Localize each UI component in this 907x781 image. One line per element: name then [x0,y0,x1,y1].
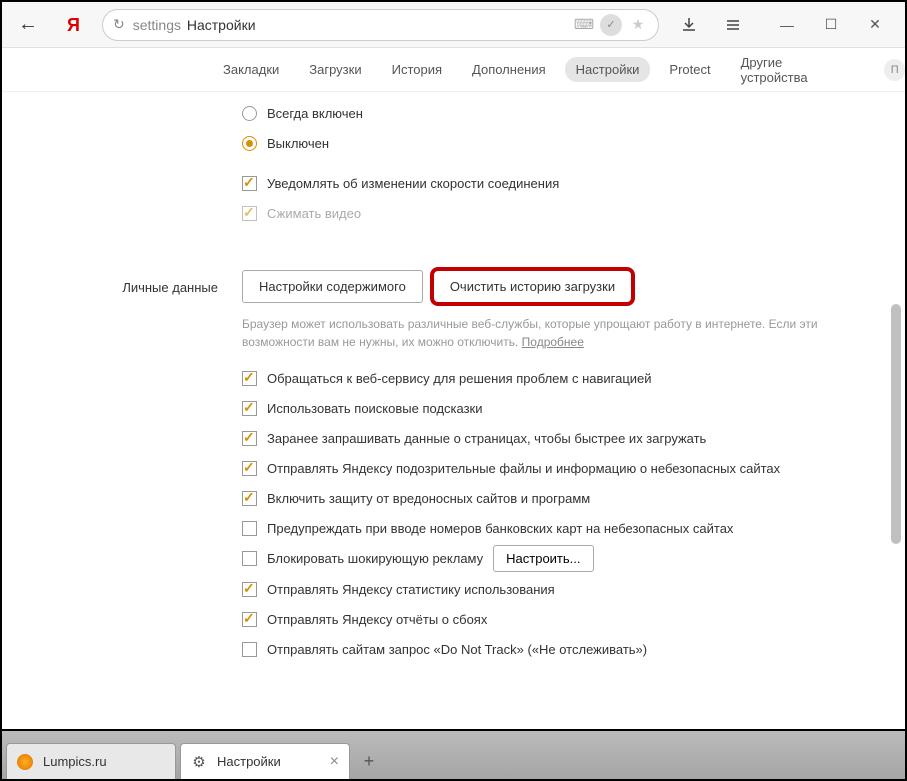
bookmark-star-icon[interactable]: ★ [628,15,648,35]
tab-settings[interactable]: Настройки × [180,743,350,779]
check-label: Обращаться к веб-сервису для решения про… [267,371,652,386]
check-label: Отправлять Яндексу статистику использова… [267,582,555,597]
check-label: Отправлять Яндексу подозрительные файлы … [267,461,780,476]
navtab-settings[interactable]: Настройки [565,57,651,82]
tab-icon [17,754,33,770]
tab-strip: Lumpics.ru Настройки × + [2,729,905,779]
menu-icon[interactable] [711,9,755,41]
back-button[interactable]: ← [10,7,46,43]
checkbox-icon [242,461,257,476]
clear-history-label: Очистить историю загрузки [450,279,615,294]
tab-title: Настройки [217,754,281,769]
check-label: Сжимать видео [267,206,361,221]
gear-icon [191,754,207,770]
navtab-bookmarks[interactable]: Закладки [212,57,290,82]
personal-section: Личные данные Настройки содержимого Очис… [2,264,905,670]
scrollbar-thumb[interactable] [891,304,901,544]
checkbox-icon [242,431,257,446]
personal-check-5[interactable]: Предупреждать при вводе номеров банковск… [242,513,875,543]
more-link[interactable]: Подробнее [522,335,584,349]
address-text: settings Настройки [133,17,574,33]
radio-off[interactable]: Выключен [242,128,875,158]
nav-tabs: Закладки Загрузки История Дополнения Нас… [2,48,905,92]
navtab-extensions[interactable]: Дополнения [461,57,557,82]
minimize-button[interactable]: — [765,9,809,41]
navtab-downloads[interactable]: Загрузки [298,57,372,82]
turbo-section: Всегда включен Выключен Уведомлять об из… [2,92,905,234]
titlebar: ← Я ↻ settings Настройки ⌨ ✓ ★ — ☐ ✕ [2,2,905,48]
content-settings-button[interactable]: Настройки содержимого [242,270,423,303]
checkbox-icon [242,582,257,597]
checkbox-icon [242,401,257,416]
check-label: Блокировать шокирующую рекламу [267,551,483,566]
shield-icon[interactable]: ✓ [600,14,622,36]
personal-buttons: Настройки содержимого Очистить историю з… [242,270,875,303]
scrollbar[interactable] [889,94,901,724]
checkbox-icon [242,491,257,506]
personal-check-1[interactable]: Использовать поисковые подсказки [242,393,875,423]
personal-check-3[interactable]: Отправлять Яндексу подозрительные файлы … [242,453,875,483]
checkbox-icon [242,612,257,627]
check-label: Отправлять сайтам запрос «Do Not Track» … [267,642,647,657]
check-label: Отправлять Яндексу отчёты о сбоях [267,612,487,627]
tab-close-icon[interactable]: × [330,753,339,771]
navtab-devices[interactable]: Другие устройства [730,50,857,90]
checkbox-icon [242,642,257,657]
tab-lumpics[interactable]: Lumpics.ru [6,743,176,779]
check-compress-video[interactable]: Сжимать видео [242,198,875,228]
personal-check-7[interactable]: Отправлять Яндексу статистику использова… [242,574,875,604]
configure-button[interactable]: Настроить... [493,545,593,572]
close-button[interactable]: ✕ [853,9,897,41]
new-tab-button[interactable]: + [354,746,384,776]
check-label: Уведомлять об изменении скорости соедине… [267,176,559,191]
checkbox-icon [242,176,257,191]
window-controls: — ☐ ✕ [765,9,897,41]
turbo-label [2,98,242,228]
navtab-history[interactable]: История [381,57,453,82]
checkbox-icon [242,371,257,386]
personal-check-4[interactable]: Включить защиту от вредоносных сайтов и … [242,483,875,513]
check-label: Заранее запрашивать данные о страницах, … [267,431,706,446]
clear-history-button[interactable]: Очистить историю загрузки [433,270,632,303]
radio-always-on[interactable]: Всегда включен [242,98,875,128]
keyboard-icon[interactable]: ⌨ [574,15,594,35]
tab-title: Lumpics.ru [43,754,107,769]
checkbox-icon [242,551,257,566]
address-prefix: settings [133,17,181,33]
profile-button[interactable]: П [884,59,905,81]
personal-check-0[interactable]: Обращаться к веб-сервису для решения про… [242,363,875,393]
address-title: Настройки [187,17,256,33]
navtab-protect[interactable]: Protect [658,57,721,82]
check-notify-speed[interactable]: Уведомлять об изменении скорости соедине… [242,168,875,198]
radio-icon [242,106,257,121]
radio-label: Выключен [267,136,329,151]
personal-check-6[interactable]: Блокировать шокирующую рекламу Настроить.… [242,543,875,574]
personal-hint: Браузер может использовать различные веб… [242,315,875,351]
address-icons: ⌨ ✓ ★ [574,14,648,36]
maximize-button[interactable]: ☐ [809,9,853,41]
radio-icon [242,136,257,151]
reload-icon[interactable]: ↻ [113,16,125,33]
checkbox-icon [242,521,257,536]
downloads-icon[interactable] [667,9,711,41]
content-area: Всегда включен Выключен Уведомлять об из… [2,92,905,728]
personal-check-2[interactable]: Заранее запрашивать данные о страницах, … [242,423,875,453]
address-bar[interactable]: ↻ settings Настройки ⌨ ✓ ★ [102,9,659,41]
browser-logo[interactable]: Я [60,11,88,39]
personal-title: Личные данные [2,270,242,664]
svg-text:Я: Я [67,15,80,35]
checkbox-icon [242,206,257,221]
personal-check-8[interactable]: Отправлять Яндексу отчёты о сбоях [242,604,875,634]
check-label: Использовать поисковые подсказки [267,401,483,416]
check-label: Включить защиту от вредоносных сайтов и … [267,491,590,506]
personal-check-9[interactable]: Отправлять сайтам запрос «Do Not Track» … [242,634,875,664]
check-label: Предупреждать при вводе номеров банковск… [267,521,733,536]
radio-label: Всегда включен [267,106,363,121]
